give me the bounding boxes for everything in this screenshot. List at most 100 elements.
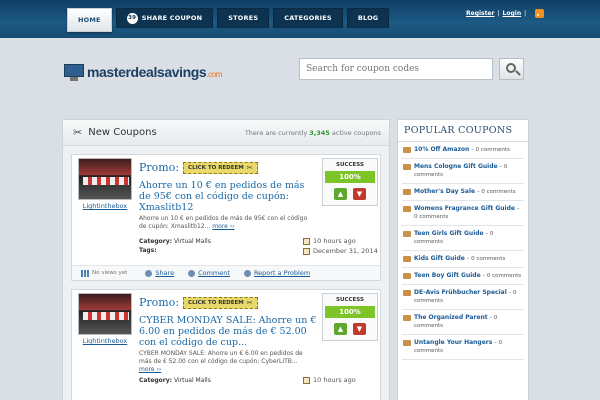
coupon-tag-icon	[403, 206, 411, 212]
clock-icon	[303, 376, 310, 384]
scissors-icon: ✂	[246, 163, 253, 172]
thumbs-down-icon[interactable]: ▼	[353, 188, 366, 200]
click-to-redeem-button[interactable]: CLICK TO REDEEM ✂	[183, 296, 258, 309]
share-link[interactable]: Share	[155, 269, 174, 277]
coupon-description: CYBER MONDAY SALE: Ahorre un € 6.00 en p…	[139, 350, 303, 373]
share-icon	[145, 269, 153, 277]
main-nav: HOME 39 SHARE COUPON STORES CATEGORIES B…	[67, 8, 393, 32]
coupon-tag-icon	[403, 231, 411, 237]
success-label: SUCCESS	[336, 297, 364, 303]
site-logo[interactable]: masterdealsavings.com	[60, 62, 222, 82]
success-rating: SUCCESS 100% ▲ ▼	[322, 158, 378, 206]
coupon-meta: Category: Virtual Malls	[139, 377, 211, 384]
promo-row: Promo: CLICK TO REDEEM ✂	[139, 161, 258, 174]
popular-coupon-link[interactable]: 10% Off Amazon	[414, 146, 469, 153]
account-links: Register | Login |	[466, 9, 545, 18]
report-link[interactable]: Report a Problem	[254, 269, 310, 277]
coupon-dates: 10 hours ago December 31, 2014	[303, 236, 378, 256]
popular-coupon-link[interactable]: Mens Cologne Gift Guide	[414, 163, 498, 170]
coupon-actions: No views yet Share Comment Report a Prob…	[72, 265, 380, 280]
list-item: Mens Cologne Gift Guide – 0 comments	[402, 159, 524, 184]
search-button[interactable]	[499, 58, 524, 80]
popular-coupon-link[interactable]: Mother's Day Sale	[414, 188, 475, 195]
more-link[interactable]: more ››	[212, 223, 234, 230]
coupon-meta: Category: Virtual Malls Tags:	[139, 238, 211, 254]
computer-icon	[60, 62, 86, 82]
list-item: The Organized Parent – 0 comments	[402, 310, 524, 335]
coupon-title[interactable]: Ahorre un 10 € en pedidos de más de 95€ …	[139, 180, 317, 213]
success-label: SUCCESS	[336, 162, 364, 168]
promo-label: Promo:	[139, 161, 180, 174]
store-thumbnail[interactable]	[78, 293, 132, 335]
category-link[interactable]: Virtual Malls	[174, 377, 211, 384]
separator: |	[497, 10, 500, 17]
nav-categories[interactable]: CATEGORIES	[273, 8, 343, 28]
list-item: Teen Girls Gift Guide – 0 comments	[402, 226, 524, 251]
search-bar	[299, 58, 524, 80]
nav-home[interactable]: HOME	[67, 8, 112, 32]
clock-icon	[303, 237, 310, 245]
coupon-tag-icon	[403, 340, 411, 346]
search-input[interactable]	[299, 58, 493, 80]
comment-count: – 0 comments	[480, 273, 522, 279]
store-link[interactable]: Lightinthebox	[78, 337, 132, 345]
coupon-tag-icon	[403, 315, 411, 321]
popular-coupon-link[interactable]: Womens Fragrance Gift Guide	[414, 205, 515, 212]
posted-time: 10 hours ago	[313, 376, 356, 384]
comment-link[interactable]: Comment	[198, 269, 230, 277]
panel-title: New Coupons	[88, 127, 157, 138]
success-rate: 100%	[325, 171, 375, 183]
popular-coupon-link[interactable]: DE-Avis Frühbucher Special	[414, 289, 507, 296]
views-count: No views yet	[81, 269, 127, 277]
popular-coupon-link[interactable]: The Organized Parent	[414, 314, 488, 321]
chart-icon	[81, 269, 89, 277]
report-icon	[243, 269, 251, 277]
store-link[interactable]: Lightinthebox	[78, 202, 132, 210]
category-link[interactable]: Virtual Malls	[174, 238, 211, 245]
popular-coupon-link[interactable]: Teen Boy Gift Guide	[414, 272, 481, 279]
coupon-tag-icon	[403, 256, 411, 262]
success-rating: SUCCESS 100% ▲ ▼	[322, 293, 378, 341]
nav-stores[interactable]: STORES	[217, 8, 270, 28]
expiry-date: December 31, 2014	[313, 247, 378, 255]
top-navigation-bar: HOME 39 SHARE COUPON STORES CATEGORIES B…	[0, 0, 600, 38]
scissors-icon: ✂	[73, 126, 83, 139]
separator: |	[524, 10, 527, 17]
nav-home-label: HOME	[78, 16, 101, 24]
comment-count: – 0 comments	[475, 189, 516, 195]
thumbs-down-icon[interactable]: ▼	[353, 323, 366, 335]
coupon-card: Lightinthebox Promo: CLICK TO REDEEM ✂ Ah…	[71, 154, 381, 281]
calendar-icon	[303, 247, 310, 255]
comment-count: – 0 comments	[469, 147, 510, 153]
register-link[interactable]: Register	[466, 10, 495, 17]
more-link[interactable]: more ››	[139, 366, 161, 373]
login-link[interactable]: Login	[503, 10, 522, 17]
thumbs-up-icon[interactable]: ▲	[334, 188, 347, 200]
click-to-redeem-button[interactable]: CLICK TO REDEEM ✂	[183, 161, 258, 174]
coupon-tag-icon	[403, 189, 411, 195]
sidebar-title: POPULAR COUPONS	[398, 120, 528, 142]
store-thumbnail[interactable]	[78, 158, 132, 200]
thumbs-up-icon[interactable]: ▲	[334, 323, 347, 335]
coupon-dates: 10 hours ago	[303, 375, 356, 385]
nav-blog-label: BLOG	[357, 14, 379, 22]
coupon-tag-icon	[403, 164, 411, 170]
popular-coupon-link[interactable]: Teen Girls Gift Guide	[414, 230, 484, 237]
popular-coupon-link[interactable]: Untangle Your Hangers	[414, 339, 492, 346]
rss-icon[interactable]	[535, 9, 545, 18]
comment-count: – 0 comments	[464, 256, 506, 262]
coupon-title[interactable]: CYBER MONDAY SALE: Ahorre un € 6.00 en p…	[139, 315, 317, 348]
promo-row: Promo: CLICK TO REDEEM ✂	[139, 296, 258, 309]
nav-blog[interactable]: BLOG	[346, 8, 390, 28]
list-item: 10% Off Amazon – 0 comments	[402, 142, 524, 159]
popular-coupons-list: 10% Off Amazon – 0 comments Mens Cologne …	[398, 142, 528, 360]
nav-share-coupon[interactable]: 39 SHARE COUPON	[115, 8, 214, 28]
share-count-badge: 39	[126, 12, 138, 24]
coupon-count: There are currently 3,345 active coupons	[244, 128, 381, 137]
coupon-tag-icon	[403, 147, 411, 153]
success-rate: 100%	[325, 306, 375, 318]
list-item: Untangle Your Hangers – 0 comments	[402, 335, 524, 360]
popular-coupon-link[interactable]: Kids Gift Guide	[414, 255, 465, 262]
posted-time: 10 hours ago	[313, 237, 356, 245]
list-item: Womens Fragrance Gift Guide – 0 comments	[402, 201, 524, 226]
